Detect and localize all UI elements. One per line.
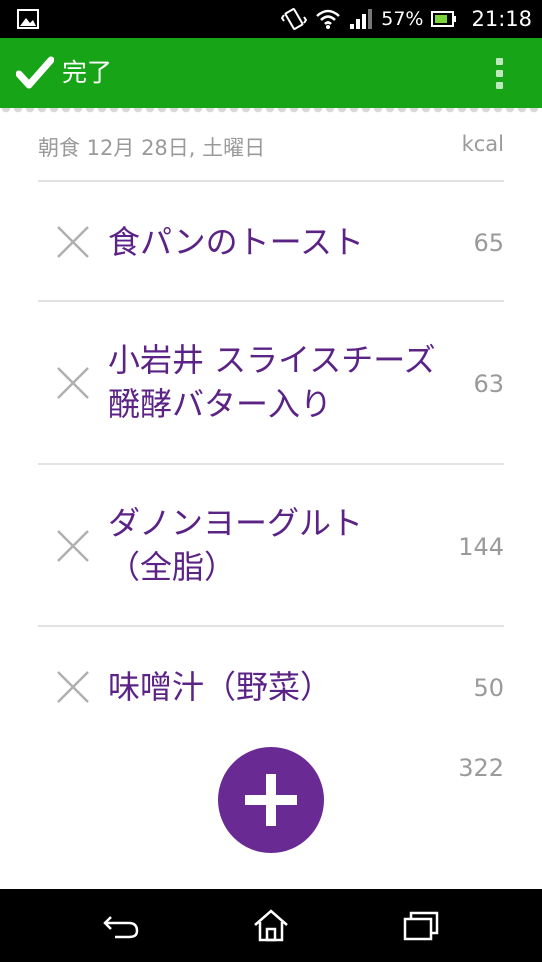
close-icon[interactable] xyxy=(56,529,90,563)
close-icon[interactable] xyxy=(56,366,90,400)
food-kcal: 65 xyxy=(473,229,504,257)
food-row[interactable]: 味噌汁（野菜） 50 xyxy=(38,627,504,727)
total-kcal: 322 xyxy=(458,754,504,782)
plus-icon xyxy=(245,774,297,826)
food-name: 小岩井 スライスチーズ醗酵バター入り xyxy=(108,341,436,423)
overflow-menu-icon[interactable] xyxy=(496,58,504,90)
overflow-dot xyxy=(496,70,503,77)
status-time: 21:18 xyxy=(471,7,532,31)
screen: 57% 21:18 完了 朝食 12月 28日, 土曜日 kcal 食パンのトー… xyxy=(0,0,542,962)
close-icon[interactable] xyxy=(56,225,90,259)
home-icon[interactable] xyxy=(251,907,291,943)
meal-title: 朝食 12月 28日, 土曜日 xyxy=(38,136,266,160)
food-row[interactable]: 小岩井 スライスチーズ醗酵バター入り 63 xyxy=(38,302,504,462)
food-name: 味噌汁（野菜） xyxy=(108,668,333,706)
overflow-dot xyxy=(496,82,503,89)
add-food-button[interactable] xyxy=(218,747,324,853)
vibrate-icon xyxy=(281,8,308,30)
checkmark-icon[interactable] xyxy=(16,56,54,90)
food-row[interactable]: 食パンのトースト 65 xyxy=(38,182,504,300)
wifi-icon xyxy=(316,9,341,29)
battery-percent: 57% xyxy=(381,8,424,30)
kcal-header: kcal xyxy=(461,132,504,156)
food-name: ダノンヨーグルト（全脂） xyxy=(108,504,364,586)
image-icon xyxy=(17,9,39,29)
food-row[interactable]: ダノンヨーグルト（全脂） 144 xyxy=(38,465,504,625)
food-kcal: 63 xyxy=(473,370,504,398)
status-bar: 57% 21:18 xyxy=(0,0,542,38)
signal-icon xyxy=(350,9,373,29)
food-kcal: 50 xyxy=(473,674,504,702)
action-bar: 完了 xyxy=(0,38,542,108)
back-icon[interactable] xyxy=(101,907,141,943)
done-button[interactable]: 完了 xyxy=(62,58,112,88)
battery-icon xyxy=(431,11,457,27)
scalloped-edge xyxy=(0,108,542,116)
navigation-bar xyxy=(0,889,542,962)
food-name: 食パンのトースト xyxy=(108,223,365,261)
food-kcal: 144 xyxy=(458,533,504,561)
meal-header: 朝食 12月 28日, 土曜日 kcal xyxy=(38,132,504,162)
overflow-dot xyxy=(496,58,503,65)
status-icons: 57% 21:18 xyxy=(281,0,532,38)
recent-apps-icon[interactable] xyxy=(401,907,441,943)
close-icon[interactable] xyxy=(56,670,90,704)
